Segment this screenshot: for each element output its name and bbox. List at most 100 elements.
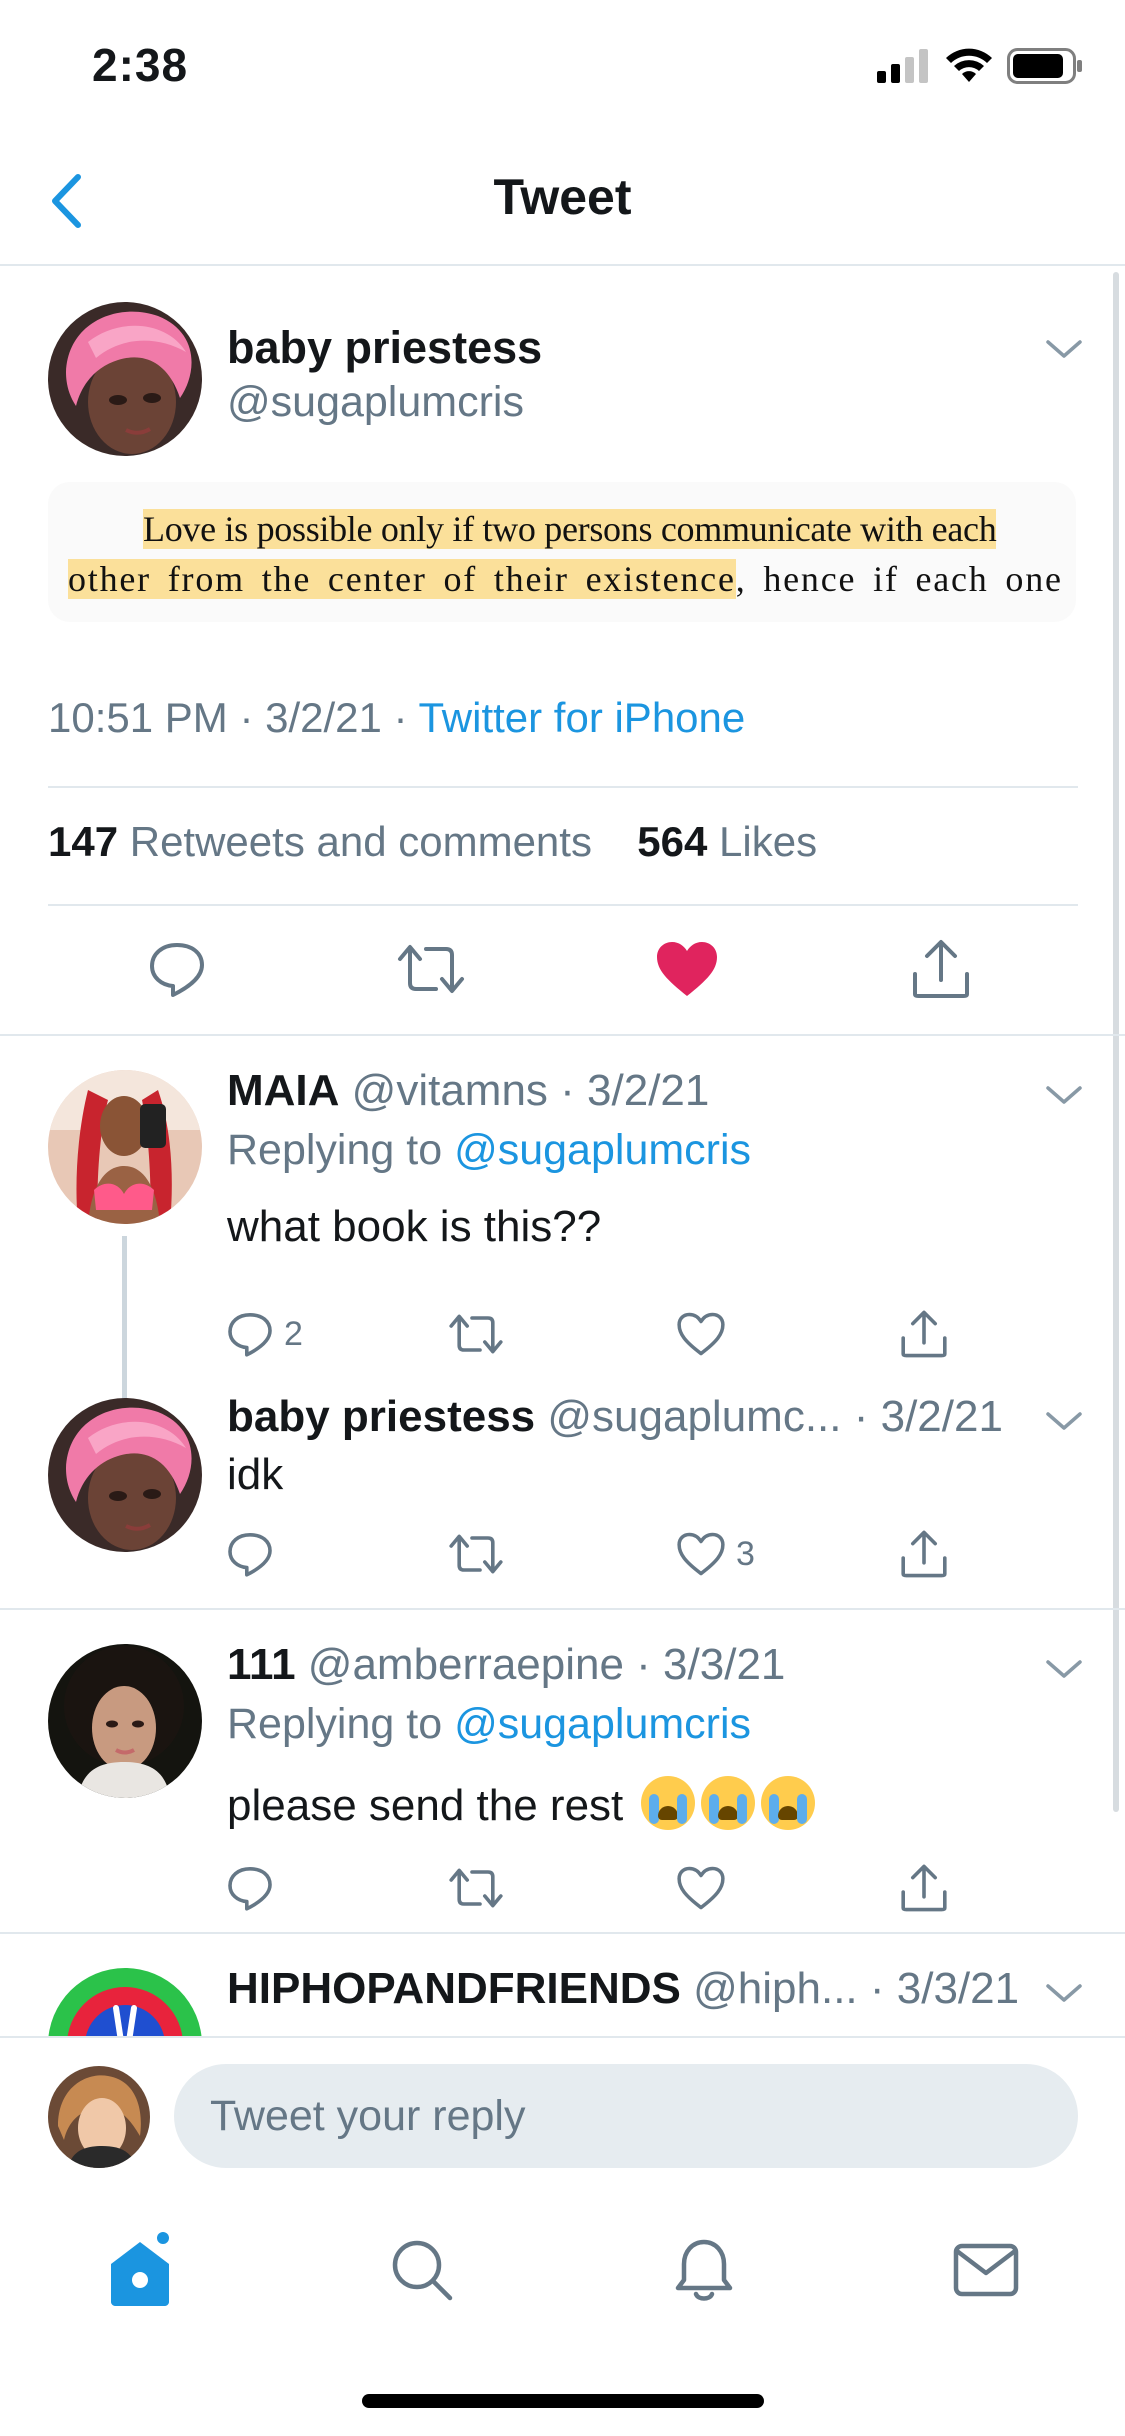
- reply-author-name[interactable]: baby priestess: [227, 1392, 535, 1441]
- reply-tweet[interactable]: MAIA @vitamns · 3/2/21 Replying to @suga…: [0, 1036, 1125, 1422]
- reply-button[interactable]: [142, 934, 212, 1004]
- retweet-icon: [449, 1534, 503, 1574]
- reply-button[interactable]: 2: [226, 1304, 303, 1364]
- comment-icon: [228, 1533, 272, 1577]
- avatar[interactable]: [48, 1968, 202, 2036]
- tweet-stats: 147 Retweets and comments 564 Likes: [48, 818, 817, 866]
- tab-notifications[interactable]: [664, 2230, 744, 2310]
- messages-icon: [953, 2243, 1019, 2297]
- share-button[interactable]: [900, 1524, 948, 1584]
- avatar[interactable]: [48, 1070, 202, 1224]
- heart-icon: [677, 1866, 725, 1910]
- main-tweet: baby priestess @sugaplumcris Love is pos…: [0, 266, 1125, 1036]
- cellular-signal-icon: [877, 49, 928, 83]
- divider: [48, 904, 1078, 906]
- retweet-icon: [449, 1868, 503, 1908]
- like-button[interactable]: [676, 1304, 726, 1364]
- divider: [48, 786, 1078, 788]
- reply-author-name[interactable]: HIPHOPANDFRIENDS: [227, 1964, 681, 2013]
- quote-line-2: other from the center of their existence…: [68, 559, 1076, 599]
- loudly-crying-face-icon: [701, 1776, 756, 1830]
- avatar[interactable]: [48, 2066, 150, 2168]
- tab-search[interactable]: [382, 2230, 462, 2310]
- reply-tweet[interactable]: HIPHOPANDFRIENDS @hiph... · 3/3/21: [0, 1934, 1125, 2036]
- mention-link[interactable]: @sugaplumcris: [454, 1700, 751, 1748]
- loudly-crying-face-icon: [641, 1776, 696, 1830]
- retweet-icon: [449, 1314, 503, 1354]
- reply-text: idk: [227, 1450, 284, 1499]
- share-button[interactable]: [900, 1858, 948, 1918]
- reply-actions: 2: [0, 1304, 1125, 1364]
- retweets-stat[interactable]: 147 Retweets and comments: [48, 818, 592, 865]
- reply-input[interactable]: Tweet your reply: [174, 2064, 1078, 2168]
- wifi-icon: [946, 48, 992, 82]
- loudly-crying-face-icon: [761, 1776, 816, 1830]
- author-name[interactable]: baby priestess: [227, 322, 542, 374]
- retweet-icon: [398, 945, 464, 993]
- reply-header: 111 @amberraepine · 3/3/21: [227, 1640, 785, 1690]
- reply-handle-date[interactable]: @hiph... · 3/3/21: [681, 1964, 1019, 2013]
- reply-author-name[interactable]: 111: [227, 1640, 296, 1689]
- reply-tweet[interactable]: baby priestess @sugaplumc... · 3/2/21 id…: [0, 1386, 1125, 1610]
- chevron-down-icon[interactable]: [1044, 1654, 1084, 1684]
- tweet-image[interactable]: Love is possible only if two persons com…: [48, 482, 1076, 622]
- retweet-button[interactable]: [448, 1304, 504, 1364]
- comment-icon: [150, 943, 204, 997]
- tab-bar: [0, 2200, 1125, 2370]
- reply-handle-date[interactable]: @sugaplumc... · 3/2/21: [535, 1392, 1003, 1441]
- tweet-meta: 10:51 PM · 3/2/21 · Twitter for iPhone: [48, 694, 745, 742]
- retweet-button[interactable]: [448, 1524, 504, 1584]
- comment-icon: [228, 1313, 272, 1357]
- like-count: 3: [736, 1534, 755, 1573]
- heart-icon: [677, 1532, 725, 1576]
- heart-filled-icon: [657, 942, 717, 996]
- avatar[interactable]: [48, 1644, 202, 1798]
- author-handle[interactable]: @sugaplumcris: [227, 378, 524, 427]
- heart-icon: [677, 1312, 725, 1356]
- home-indicator[interactable]: [362, 2394, 764, 2408]
- search-icon: [392, 2240, 453, 2301]
- like-button[interactable]: 3: [676, 1524, 755, 1584]
- chevron-down-icon[interactable]: [1044, 1080, 1084, 1110]
- reply-text: what book is this??: [227, 1202, 602, 1251]
- tweet-timestamp: 10:51 PM · 3/2/21 ·: [48, 694, 419, 741]
- retweet-button[interactable]: [448, 1858, 504, 1918]
- battery-icon: [1007, 48, 1082, 84]
- home-icon: [111, 2232, 169, 2306]
- tab-home[interactable]: [100, 2230, 180, 2310]
- reply-tweet[interactable]: 111 @amberraepine · 3/3/21 Replying to @…: [0, 1610, 1125, 1932]
- replying-to: Replying to @sugaplumcris: [227, 1700, 752, 1748]
- comment-icon: [228, 1867, 272, 1911]
- reply-handle-date[interactable]: @amberraepine · 3/3/21: [296, 1640, 786, 1689]
- share-icon: [901, 1530, 947, 1578]
- share-icon: [901, 1864, 947, 1912]
- replying-to: Replying to @sugaplumcris: [227, 1126, 752, 1174]
- chevron-down-icon[interactable]: [1044, 334, 1084, 364]
- reply-actions: 3: [0, 1524, 1125, 1584]
- chevron-down-icon[interactable]: [1044, 1406, 1084, 1436]
- like-button[interactable]: [676, 1858, 726, 1918]
- reply-author-name[interactable]: MAIA: [227, 1066, 339, 1115]
- share-button[interactable]: [906, 934, 976, 1004]
- quote-line-1: Love is possible only if two persons com…: [143, 509, 997, 549]
- reply-button[interactable]: [226, 1524, 274, 1584]
- tab-messages[interactable]: [946, 2230, 1026, 2310]
- reply-handle-date[interactable]: @vitamns · 3/2/21: [339, 1066, 710, 1115]
- chevron-down-icon[interactable]: [1044, 1978, 1084, 2008]
- tweet-actions: [0, 934, 1125, 1004]
- notifications-icon: [675, 2239, 733, 2301]
- reply-button[interactable]: [226, 1858, 274, 1918]
- tweet-source-link[interactable]: Twitter for iPhone: [418, 694, 745, 741]
- mention-link[interactable]: @sugaplumcris: [454, 1126, 751, 1174]
- likes-stat[interactable]: 564 Likes: [637, 818, 817, 865]
- share-icon: [913, 940, 969, 998]
- share-button[interactable]: [900, 1304, 948, 1364]
- avatar[interactable]: [48, 302, 202, 456]
- retweet-button[interactable]: [396, 934, 466, 1004]
- reply-text: please send the rest: [227, 1776, 816, 1831]
- status-icons: [877, 48, 1083, 84]
- status-bar: 2:38: [0, 0, 1125, 140]
- reply-header: baby priestess @sugaplumc... · 3/2/21: [227, 1392, 1003, 1442]
- like-button[interactable]: [652, 934, 722, 1004]
- reply-header: MAIA @vitamns · 3/2/21: [227, 1066, 709, 1116]
